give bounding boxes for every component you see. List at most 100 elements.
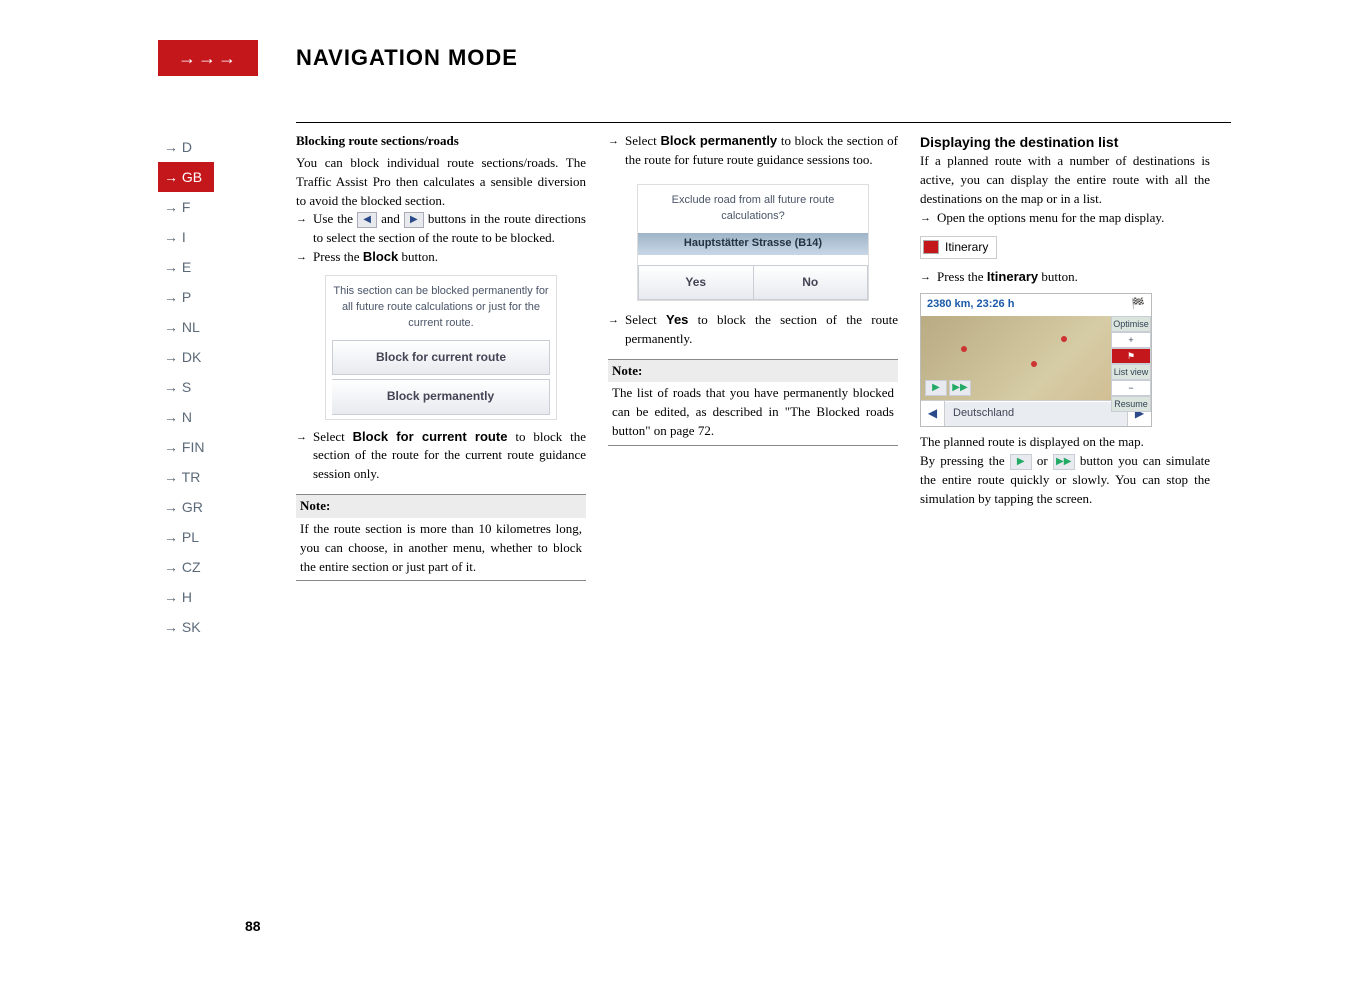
sidebar-item[interactable]: → E <box>158 252 214 282</box>
waypoint-icon <box>1031 361 1037 367</box>
arrow-icon: → <box>920 270 931 287</box>
block-options-msg: This section can be blocked permanently … <box>326 276 556 340</box>
itinerary-button[interactable]: Itinerary <box>920 236 997 259</box>
itinerary-label: Itinerary <box>945 239 988 256</box>
yes-label: Yes <box>666 312 688 327</box>
text: button. <box>398 249 438 264</box>
yes-button[interactable]: Yes <box>638 265 754 300</box>
arrow-icon: → <box>296 212 307 248</box>
text: Press the <box>937 269 987 284</box>
text: Press the <box>313 249 363 264</box>
arrow-icon: → <box>608 134 619 170</box>
resume-button[interactable]: Resume <box>1111 396 1151 412</box>
play-slow-icon: ▶ <box>1010 454 1032 470</box>
text: By pressing the <box>920 453 1010 468</box>
col3-paragraph-2: The planned route is displayed on the ma… <box>920 433 1210 452</box>
page-title: NAVIGATION MODE <box>296 45 518 71</box>
col1-step-2-text: Press the Block button. <box>311 248 586 267</box>
sidebar-item[interactable]: → S <box>158 372 214 402</box>
waypoint-icon <box>961 346 967 352</box>
itinerary-map-screenshot: 2380 km, 23:26 h 🏁 ▶ ▶▶ Optimise + ⚑ Lis… <box>920 293 1152 427</box>
play-slow-button[interactable]: ▶ <box>925 380 947 396</box>
sidebar-item[interactable]: → FIN <box>158 432 214 462</box>
col3-step-1: → Open the options menu for the map disp… <box>920 209 1210 228</box>
arrow-icon: → <box>296 430 307 485</box>
col3-heading: Displaying the destination list <box>920 132 1210 152</box>
sidebar-item[interactable]: → I <box>158 222 214 252</box>
zoom-out-button[interactable]: − <box>1111 380 1151 396</box>
col1-step-1: → Use the ◀ and ▶ buttons in the route d… <box>296 210 586 248</box>
arrow-icon: → <box>920 211 931 228</box>
sidebar-item[interactable]: → PL <box>158 522 214 552</box>
sidebar-item[interactable]: → GR <box>158 492 214 522</box>
optimise-button[interactable]: Optimise <box>1111 316 1151 332</box>
road-name: Hauptstätter Strasse (B14) <box>638 233 868 255</box>
flag-icon <box>923 240 939 254</box>
language-sidebar: → D→ GB→ F→ I→ E→ P→ NL→ DK→ S→ N→ FIN→ … <box>158 132 214 642</box>
map-canvas[interactable]: ▶ ▶▶ Optimise + ⚑ List view − Resume <box>921 316 1151 400</box>
prev-icon: ◀ <box>357 212 377 228</box>
text: Use the <box>313 211 357 226</box>
sidebar-item[interactable]: → DK <box>158 342 214 372</box>
sidebar-item[interactable]: → GB <box>158 162 214 192</box>
block-current-label: Block for current route <box>353 429 508 444</box>
col1-step-3-text: Select Block for current route to block … <box>311 428 586 485</box>
prev-country-button[interactable]: ◀ <box>921 401 945 426</box>
col1-step-3: → Select Block for current route to bloc… <box>296 428 586 485</box>
no-button[interactable]: No <box>754 265 869 300</box>
col2-note-body: The list of roads that you have permanen… <box>608 382 898 446</box>
sidebar-item[interactable]: → TR <box>158 462 214 492</box>
column-2: → Select Block permanently to block the … <box>608 132 898 581</box>
col1-paragraph-1: You can block individual route sections/… <box>296 154 586 211</box>
play-fast-button[interactable]: ▶▶ <box>949 380 971 396</box>
waypoint-icon <box>1061 336 1067 342</box>
exclude-msg: Exclude road from all future route calcu… <box>638 185 868 233</box>
exclude-road-screenshot: Exclude road from all future route calcu… <box>637 184 869 301</box>
block-label: Block <box>363 249 398 264</box>
sidebar-item[interactable]: → N <box>158 402 214 432</box>
arrow-icon: → <box>296 250 307 267</box>
col3-paragraph-1: If a planned route with a number of dest… <box>920 152 1210 209</box>
col3-step-1-text: Open the options menu for the map displa… <box>935 209 1210 228</box>
col2-note-head: Note: <box>608 359 898 383</box>
block-permanently-button[interactable]: Block permanently <box>332 379 550 414</box>
sidebar-item[interactable]: → SK <box>158 612 214 642</box>
col2-step-2: → Select Yes to block the section of the… <box>608 311 898 349</box>
next-icon: ▶ <box>404 212 424 228</box>
sidebar-item[interactable]: → P <box>158 282 214 312</box>
col3-step-2: → Press the Itinerary button. <box>920 268 1210 287</box>
sidebar-item[interactable]: → D <box>158 132 214 162</box>
map-distance-time: 2380 km, 23:26 h <box>927 297 1014 313</box>
sidebar-item[interactable]: → H <box>158 582 214 612</box>
zoom-in-button[interactable]: + <box>1111 332 1151 348</box>
col1-step-1-text: Use the ◀ and ▶ buttons in the route dir… <box>311 210 586 248</box>
flags-icon: 🏁 <box>1131 297 1145 313</box>
page-number: 88 <box>245 918 261 934</box>
col1-heading: Blocking route sections/roads <box>296 132 586 151</box>
sidebar-item[interactable]: → CZ <box>158 552 214 582</box>
text: button. <box>1038 269 1078 284</box>
sidebar-item[interactable]: → F <box>158 192 214 222</box>
col1-step-2: → Press the Block button. <box>296 248 586 267</box>
header-arrows-box: →→→ <box>158 40 258 76</box>
column-3: Displaying the destination list If a pla… <box>920 132 1210 581</box>
header-rule <box>296 122 1231 123</box>
col2-step-1-text: Select Block permanently to block the se… <box>623 132 898 170</box>
text: and <box>381 211 404 226</box>
block-current-route-button[interactable]: Block for current route <box>332 340 550 375</box>
col1-note-body: If the route section is more than 10 kil… <box>296 518 586 582</box>
block-permanently-label: Block permanently <box>660 133 777 148</box>
sidebar-item[interactable]: → NL <box>158 312 214 342</box>
column-1: Blocking route sections/roads You can bl… <box>296 132 586 581</box>
play-fast-icon: ▶▶ <box>1053 454 1075 470</box>
col3-paragraph-3: By pressing the ▶ or ▶▶ button you can s… <box>920 452 1210 509</box>
text: or <box>1037 453 1053 468</box>
country-label: Deutschland <box>945 402 1127 426</box>
list-view-button[interactable]: List view <box>1111 364 1151 380</box>
block-options-screenshot: This section can be blocked permanently … <box>325 275 557 420</box>
text: Select <box>313 429 353 444</box>
col3-step-2-text: Press the Itinerary button. <box>935 268 1210 287</box>
text: Select <box>625 133 660 148</box>
text: Select <box>625 312 666 327</box>
flag-button[interactable]: ⚑ <box>1111 348 1151 364</box>
